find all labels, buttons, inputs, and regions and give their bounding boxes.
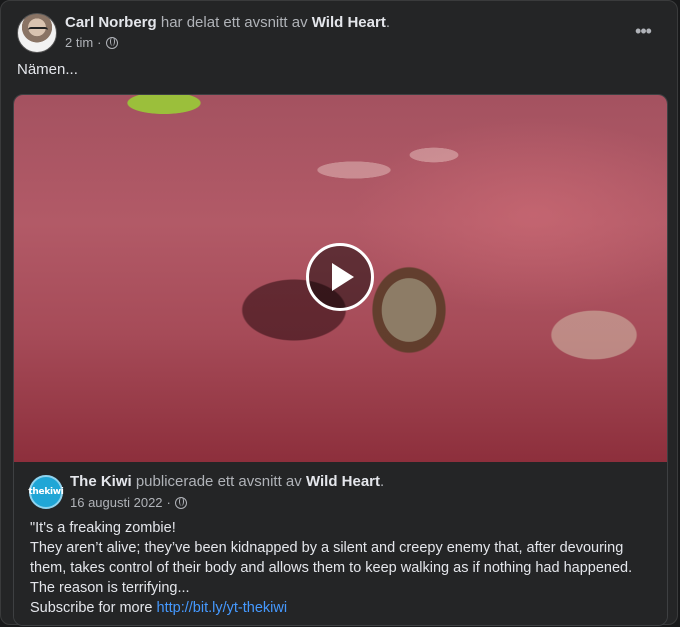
shared-action-text: publicerade ett avsnitt av [135, 473, 302, 490]
shared-attachment: thekiwi The Kiwi publicerade ett avsnitt… [14, 462, 667, 625]
description-line: The reason is terrifying... [30, 580, 190, 596]
action-text: har delat ett avsnitt av [160, 14, 308, 31]
shared-post: thekiwi The Kiwi publicerade ett avsnitt… [13, 94, 668, 626]
subscribe-text: Subscribe for more [30, 600, 153, 616]
period: . [380, 473, 385, 490]
post-header: Carl Norberg har delat ett avsnitt av Wi… [17, 13, 661, 57]
description-line: "It's a freaking zombie! [30, 520, 176, 536]
post-meta: 2 tim · [65, 35, 118, 50]
video-thumbnail[interactable] [14, 95, 667, 462]
page-name[interactable]: Wild Heart [312, 14, 386, 31]
shared-meta: 16 augusti 2022 · [70, 495, 187, 510]
play-icon[interactable] [306, 243, 374, 311]
shared-author-avatar[interactable]: thekiwi [28, 475, 64, 509]
globe-icon [174, 496, 187, 509]
post-title-line: Carl Norberg har delat ett avsnitt av Wi… [65, 14, 390, 31]
post-text: Nämen... [17, 61, 78, 78]
shared-page-name[interactable]: Wild Heart [306, 473, 380, 490]
period: . [385, 14, 390, 31]
shared-author-name[interactable]: The Kiwi [70, 473, 132, 490]
post-card: Carl Norberg har delat ett avsnitt av Wi… [0, 0, 678, 626]
shared-date[interactable]: 16 augusti 2022 [70, 495, 163, 510]
shared-title-line: The Kiwi publicerade ett avsnitt av Wild… [70, 473, 384, 490]
subscribe-link[interactable]: http://bit.ly/yt-thekiwi [157, 600, 288, 616]
globe-icon [105, 36, 118, 49]
author-name[interactable]: Carl Norberg [65, 14, 157, 31]
shared-description: "It's a freaking zombie! They aren’t ali… [30, 518, 660, 618]
subscribe-line: Subscribe for more http://bit.ly/yt-thek… [30, 598, 660, 618]
separator: · [97, 35, 102, 50]
description-line: them, takes control of their body and al… [30, 560, 633, 576]
more-icon[interactable]: ••• [629, 17, 657, 45]
description-line: They aren’t alive; they’ve been kidnappe… [30, 540, 624, 556]
post-time[interactable]: 2 tim [65, 35, 93, 50]
separator: · [166, 495, 171, 510]
author-avatar[interactable] [17, 13, 57, 53]
